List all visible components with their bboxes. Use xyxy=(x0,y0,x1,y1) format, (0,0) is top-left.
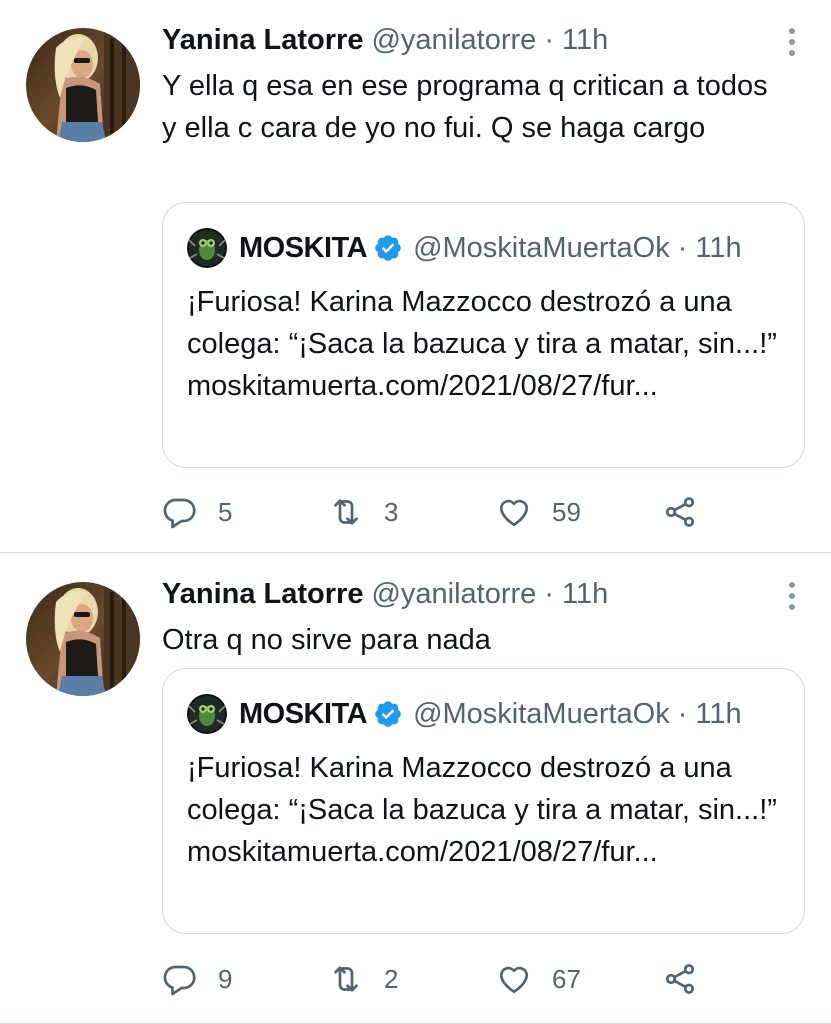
share-icon xyxy=(665,497,695,527)
retweet-icon xyxy=(334,966,358,992)
quoted-tweet[interactable]: MOSKITA @MoskitaMuertaOk · 11h ¡Furiosa!… xyxy=(162,202,805,468)
tweet-feed: Yanina Latorre @yanilatorre · 11h Y ella… xyxy=(0,0,831,1024)
author-name[interactable]: Yanina Latorre xyxy=(162,24,363,57)
separator: · xyxy=(677,231,688,264)
quoted-tweet-timestamp: 11h xyxy=(695,231,742,264)
quoted-author-handle: @MoskitaMuertaOk xyxy=(413,231,670,264)
more-options-icon[interactable] xyxy=(787,28,797,56)
tweet-actions: 5 3 59 xyxy=(162,492,722,532)
quoted-tweet-text: ¡Furiosa! Karina Mazzocco destrozó a una… xyxy=(187,286,777,402)
separator: · xyxy=(677,697,688,730)
like-count: 67 xyxy=(552,963,581,994)
tweet-timestamp[interactable]: 11h xyxy=(562,578,608,611)
tweet-header: Yanina Latorre @yanilatorre · 11h xyxy=(162,578,608,616)
retweet-count: 3 xyxy=(384,496,399,527)
quoted-tweet-header: MOSKITA @MoskitaMuertaOk · 11h xyxy=(187,691,742,737)
share-icon xyxy=(665,964,695,994)
like-button[interactable]: 67 xyxy=(496,959,581,999)
quoted-tweet-header: MOSKITA @MoskitaMuertaOk · 11h xyxy=(187,225,742,271)
author-handle[interactable]: @yanilatorre xyxy=(371,578,536,611)
reply-count: 5 xyxy=(218,496,233,527)
like-count: 59 xyxy=(552,496,581,527)
quoted-author-name: MOSKITA xyxy=(239,697,368,730)
tweet-header: Yanina Latorre @yanilatorre · 11h xyxy=(162,24,608,62)
verified-badge-icon xyxy=(375,701,401,727)
retweet-icon xyxy=(334,499,358,525)
tweet-timestamp[interactable]: 11h xyxy=(562,24,608,57)
author-avatar[interactable] xyxy=(26,28,140,142)
retweet-button[interactable]: 3 xyxy=(328,492,398,532)
tweet[interactable]: Yanina Latorre @yanilatorre · 11h Otra q… xyxy=(0,554,831,1024)
heart-icon xyxy=(499,499,529,527)
reply-button[interactable]: 5 xyxy=(162,492,232,532)
tweet[interactable]: Yanina Latorre @yanilatorre · 11h Y ella… xyxy=(0,0,831,553)
tweet-text: Otra q no sirve para nada xyxy=(162,624,491,656)
like-button[interactable]: 59 xyxy=(496,492,581,532)
author-avatar[interactable] xyxy=(26,582,140,696)
quoted-tweet-text: ¡Furiosa! Karina Mazzocco destrozó a una… xyxy=(187,752,777,868)
tweet-actions: 9 2 67 xyxy=(162,959,722,999)
reply-count: 9 xyxy=(218,963,233,994)
quoted-tweet[interactable]: MOSKITA @MoskitaMuertaOk · 11h ¡Furiosa!… xyxy=(162,668,805,934)
separator: · xyxy=(544,24,554,56)
reply-icon xyxy=(163,498,196,529)
quoted-author-handle: @MoskitaMuertaOk xyxy=(413,697,670,730)
heart-icon xyxy=(499,966,529,994)
verified-badge-icon xyxy=(375,235,401,261)
share-button[interactable] xyxy=(662,959,698,999)
quoted-tweet-timestamp: 11h xyxy=(695,697,742,730)
more-options-icon[interactable] xyxy=(787,582,797,610)
reply-button[interactable]: 9 xyxy=(162,959,232,999)
share-button[interactable] xyxy=(662,492,698,532)
separator: · xyxy=(544,578,554,610)
retweet-count: 2 xyxy=(384,963,399,994)
reply-icon xyxy=(163,965,196,996)
retweet-button[interactable]: 2 xyxy=(328,959,398,999)
quoted-author-avatar xyxy=(187,694,227,734)
author-name[interactable]: Yanina Latorre xyxy=(162,578,363,611)
quoted-author-avatar xyxy=(187,228,227,268)
tweet-text: Y ella q esa en ese programa q critican … xyxy=(162,70,768,144)
quoted-author-name: MOSKITA xyxy=(239,231,368,264)
author-handle[interactable]: @yanilatorre xyxy=(371,24,536,57)
